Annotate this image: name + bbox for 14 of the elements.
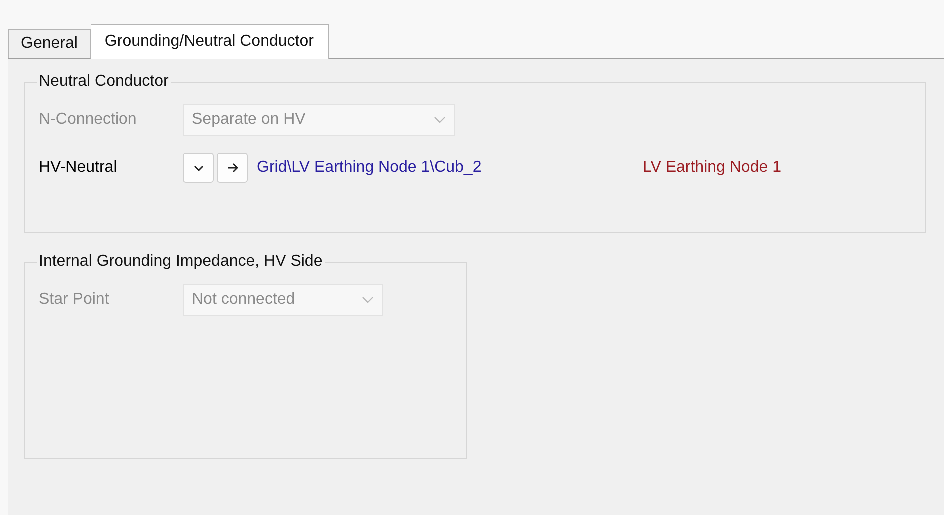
- chevron-down-icon: [194, 164, 204, 172]
- reference-link[interactable]: Grid\LV Earthing Node 1\Cub_2: [257, 159, 643, 177]
- arrow-right-icon: [226, 163, 238, 173]
- field-label: Star Point: [39, 291, 110, 309]
- jump-button[interactable]: [217, 153, 248, 183]
- chevron-down-icon: [362, 296, 374, 304]
- target-name: LV Earthing Node 1: [643, 159, 782, 177]
- group-title: Neutral Conductor: [38, 73, 170, 91]
- field-label: HV-Neutral: [39, 159, 118, 177]
- group-title: Internal Grounding Impedance, HV Side: [38, 253, 324, 271]
- tab[interactable]: General: [8, 29, 91, 59]
- tab[interactable]: Grounding/Neutral Conductor: [90, 24, 329, 59]
- chevron-down-icon: [434, 116, 446, 124]
- field-label: N-Connection: [39, 111, 138, 129]
